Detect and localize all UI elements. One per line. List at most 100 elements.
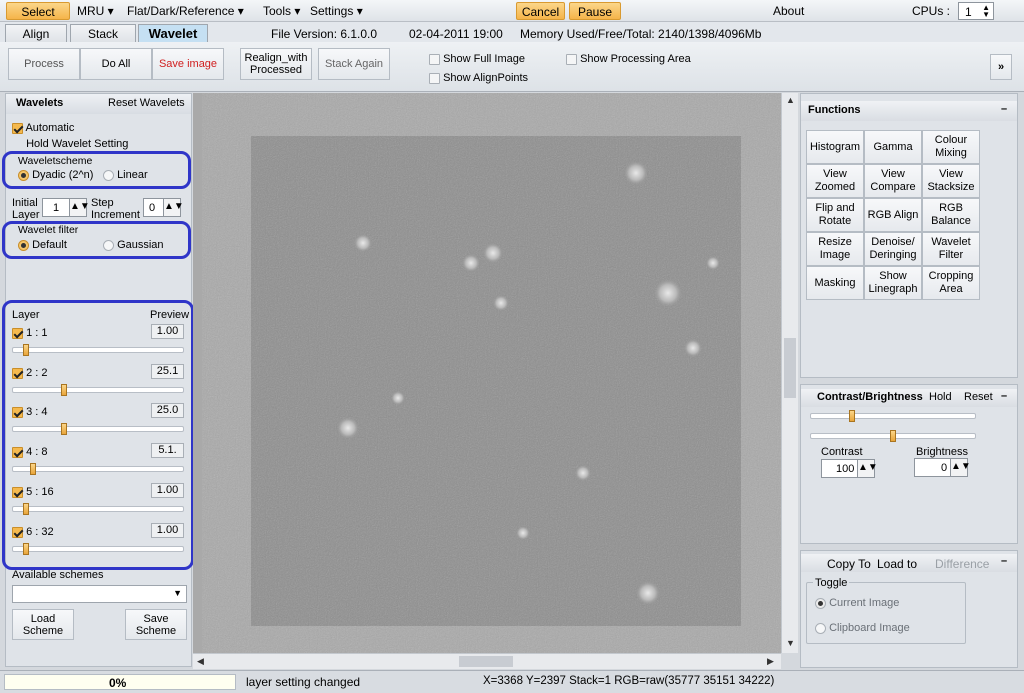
copy-to-button[interactable]: Copy To bbox=[827, 557, 871, 571]
function-button[interactable]: Colour Mixing bbox=[922, 130, 980, 164]
show-full-image-checkbox[interactable] bbox=[429, 53, 440, 65]
spinner-arrows-icon[interactable]: ▲▼ bbox=[857, 460, 878, 477]
contrast-slider-thumb[interactable] bbox=[849, 410, 855, 422]
initial-layer-spinner[interactable]: 1 ▲▼ bbox=[42, 198, 90, 217]
layer-slider-thumb[interactable] bbox=[30, 463, 36, 475]
linear-radio[interactable] bbox=[103, 169, 114, 181]
layer-slider-thumb[interactable] bbox=[23, 543, 29, 555]
layer-checkbox[interactable] bbox=[12, 526, 23, 538]
difference-button[interactable]: Difference bbox=[935, 557, 989, 571]
layer-checkbox[interactable] bbox=[12, 327, 23, 339]
expand-icon[interactable]: » bbox=[990, 54, 1012, 80]
scroll-down-icon[interactable]: ▼ bbox=[786, 638, 795, 648]
spinner-arrows-icon[interactable]: ▲▼ bbox=[69, 199, 90, 216]
cpus-spinner[interactable]: 1 ▲ ▼ bbox=[958, 2, 994, 20]
save-scheme-button[interactable]: Save Scheme bbox=[125, 609, 187, 640]
layer-checkbox[interactable] bbox=[12, 446, 23, 458]
select-button[interactable]: Select bbox=[6, 2, 70, 20]
layer-slider-thumb[interactable] bbox=[61, 423, 67, 435]
do-all-button[interactable]: Do All bbox=[80, 48, 152, 80]
function-button[interactable]: View Compare bbox=[864, 164, 922, 198]
gaussian-filter-option[interactable]: Gaussian bbox=[103, 239, 164, 251]
default-filter-radio[interactable] bbox=[18, 239, 29, 251]
layer-checkbox[interactable] bbox=[12, 486, 23, 498]
layer-option[interactable]: 2 : 2 bbox=[12, 367, 47, 379]
show-alignpoints-checkbox[interactable] bbox=[429, 72, 440, 84]
automatic-option[interactable]: Automatic bbox=[12, 122, 74, 134]
tools-menu[interactable]: Tools ▾ bbox=[263, 3, 300, 19]
collapse-icon[interactable]: – bbox=[1001, 390, 1007, 402]
linear-option[interactable]: Linear bbox=[103, 169, 148, 181]
layer-preview-value[interactable]: 1.00 bbox=[151, 324, 184, 339]
collapse-icon[interactable]: – bbox=[1001, 555, 1007, 567]
process-button[interactable]: Process bbox=[8, 48, 80, 80]
vertical-scroll-thumb[interactable] bbox=[784, 338, 796, 398]
realign-button[interactable]: Realign_with Processed bbox=[240, 48, 312, 80]
layer-slider[interactable] bbox=[12, 503, 184, 515]
function-button[interactable]: Denoise/ Deringing bbox=[864, 232, 922, 266]
layer-checkbox[interactable] bbox=[12, 406, 23, 418]
pause-button[interactable]: Pause bbox=[569, 2, 621, 20]
function-button[interactable]: Flip and Rotate bbox=[806, 198, 864, 232]
horizontal-scrollbar[interactable]: ◀ ▶ bbox=[193, 653, 781, 669]
layer-slider-thumb[interactable] bbox=[61, 384, 67, 396]
collapse-icon[interactable]: – bbox=[1001, 103, 1007, 115]
horizontal-scroll-thumb[interactable] bbox=[459, 656, 513, 667]
layer-preview-value[interactable]: 1.00 bbox=[151, 483, 184, 498]
layer-slider[interactable] bbox=[12, 423, 184, 435]
function-button[interactable]: View Zoomed bbox=[806, 164, 864, 198]
settings-menu[interactable]: Settings ▾ bbox=[310, 3, 363, 19]
function-button[interactable]: Gamma bbox=[864, 130, 922, 164]
layer-slider[interactable] bbox=[12, 344, 184, 356]
function-button[interactable]: RGB Align bbox=[864, 198, 922, 232]
tab-wavelet[interactable]: Wavelet bbox=[138, 24, 208, 42]
contrast-slider[interactable] bbox=[810, 410, 976, 422]
flat-dark-reference-menu[interactable]: Flat/Dark/Reference ▾ bbox=[127, 3, 244, 19]
mru-menu[interactable]: MRU ▾ bbox=[77, 3, 114, 19]
clipboard-image-option[interactable]: Clipboard Image bbox=[815, 622, 910, 634]
layer-slider-thumb[interactable] bbox=[23, 344, 29, 356]
layer-slider[interactable] bbox=[12, 543, 184, 555]
clipboard-image-radio[interactable] bbox=[815, 622, 826, 634]
reset-button[interactable]: Reset bbox=[964, 391, 993, 403]
function-button[interactable]: Resize Image bbox=[806, 232, 864, 266]
layer-slider[interactable] bbox=[12, 463, 184, 475]
automatic-checkbox[interactable] bbox=[12, 122, 23, 134]
show-alignpoints-option[interactable]: Show AlignPoints bbox=[429, 72, 528, 84]
brightness-slider-thumb[interactable] bbox=[890, 430, 896, 442]
dyadic-option[interactable]: Dyadic (2^n) bbox=[18, 169, 93, 181]
contrast-spinner[interactable]: 100 ▲▼ bbox=[821, 459, 878, 478]
hold-button[interactable]: Hold bbox=[929, 391, 952, 403]
layer-checkbox[interactable] bbox=[12, 367, 23, 379]
reset-wavelets-button[interactable]: Reset Wavelets bbox=[108, 97, 185, 109]
load-to-button[interactable]: Load to bbox=[877, 557, 917, 571]
layer-option[interactable]: 6 : 32 bbox=[12, 526, 54, 538]
vertical-scrollbar[interactable]: ▲ ▼ bbox=[781, 93, 798, 653]
function-button[interactable]: Cropping Area bbox=[922, 266, 980, 300]
spinner-arrows-icon[interactable]: ▲▼ bbox=[982, 4, 990, 19]
scroll-right-icon[interactable]: ▶ bbox=[767, 656, 774, 667]
load-scheme-button[interactable]: Load Scheme bbox=[12, 609, 74, 640]
current-image-option[interactable]: Current Image bbox=[815, 597, 899, 609]
layer-preview-value[interactable]: 25.1 bbox=[151, 364, 184, 379]
hold-wavelet-option[interactable]: Hold Wavelet Setting bbox=[12, 138, 128, 150]
spinner-arrows-icon[interactable]: ▲▼ bbox=[163, 199, 184, 216]
current-image-radio[interactable] bbox=[815, 597, 826, 609]
layer-option[interactable]: 5 : 16 bbox=[12, 486, 54, 498]
layer-option[interactable]: 4 : 8 bbox=[12, 446, 47, 458]
layer-preview-value[interactable]: 5.1. bbox=[151, 443, 184, 458]
scroll-left-icon[interactable]: ◀ bbox=[197, 656, 204, 667]
cancel-button[interactable]: Cancel bbox=[516, 2, 565, 20]
show-full-image-option[interactable]: Show Full Image bbox=[429, 53, 525, 65]
tab-align[interactable]: Align bbox=[5, 24, 67, 42]
spinner-arrows-icon[interactable]: ▲▼ bbox=[950, 459, 971, 476]
function-button[interactable]: Wavelet Filter bbox=[922, 232, 980, 266]
layer-option[interactable]: 3 : 4 bbox=[12, 406, 47, 418]
layer-slider[interactable] bbox=[12, 384, 184, 396]
tab-stack[interactable]: Stack bbox=[70, 24, 136, 42]
function-button[interactable]: Masking bbox=[806, 266, 864, 300]
show-processing-area-checkbox[interactable] bbox=[566, 53, 577, 65]
scroll-up-icon[interactable]: ▲ bbox=[786, 95, 795, 105]
dyadic-radio[interactable] bbox=[18, 169, 29, 181]
image-viewport[interactable] bbox=[193, 93, 781, 653]
